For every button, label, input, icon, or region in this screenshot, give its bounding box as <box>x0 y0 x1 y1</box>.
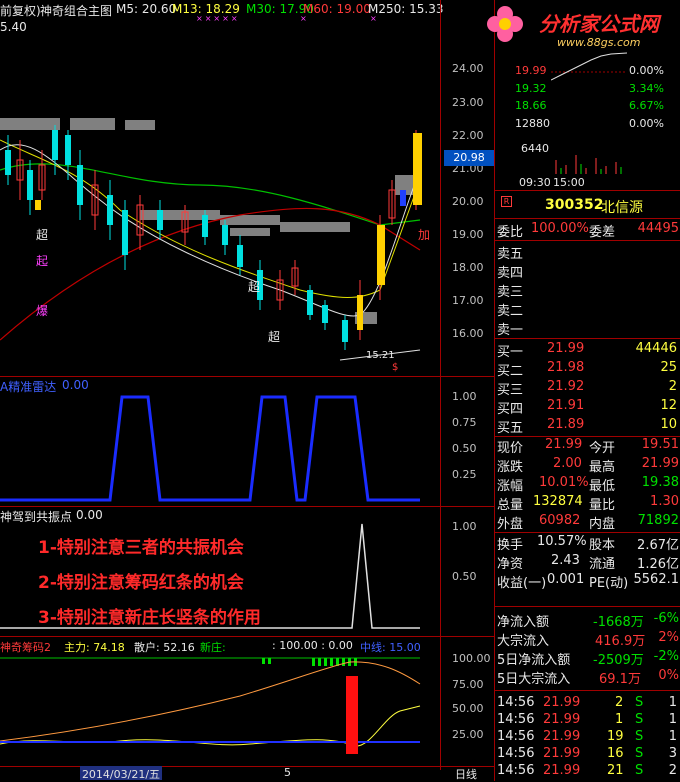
stock-tag-icon: R <box>501 196 512 207</box>
logo-url: www.88gs.com <box>557 36 641 49</box>
mini-time-start: 09:30 <box>519 176 551 189</box>
mini-time-end: 15:00 <box>553 176 585 189</box>
quote-panel: 分析家公式网 www.88gs.com 19.99 19.32 18.66 12… <box>487 0 680 781</box>
chart-area[interactable]: 前复权) 神奇组合主图 M5: 20.60 M13: 18.29 M30: 17… <box>0 0 494 781</box>
tick-row: 14:56 21.99 19 S 1 <box>497 729 677 744</box>
current-price-tag: 20.98 <box>444 150 494 166</box>
panel2-axis-label: 0.25 <box>452 468 477 481</box>
logo-name: 分析家公式网 <box>539 12 659 36</box>
panel4-axis-label: 75.00 <box>452 678 484 691</box>
price-axis-label: 18.00 <box>452 261 484 274</box>
quote-row: 涨跌 2.00 最高 21.99 <box>497 456 679 475</box>
bottom-bar <box>0 766 494 782</box>
mini-pct: 0.00% <box>629 117 664 130</box>
tick-row: 14:56 21.99 21 S 2 <box>497 763 677 778</box>
mini-pct: 6.67% <box>629 99 664 112</box>
quote-row: 总量 132874 量比 1.30 <box>497 494 679 513</box>
buy-row[interactable]: 买三 21.92 2 <box>495 378 680 398</box>
chao-mark: 超 <box>36 228 49 242</box>
sell-row[interactable]: 卖五 <box>495 242 680 262</box>
panel2-axis-label: 0.75 <box>452 416 477 429</box>
quote-row: 涨幅 10.01% 最低 19.38 <box>497 475 679 494</box>
quote-row: 外盘 60982 内盘 71892 <box>497 513 679 532</box>
buy-row[interactable]: 买一 21.99 44446 <box>495 340 680 360</box>
chao-mark: 超 <box>248 280 261 294</box>
sell-row[interactable]: 卖一 <box>495 318 680 338</box>
note-3: 3-特别注意新庄长竖条的作用 <box>38 608 261 628</box>
candles <box>5 125 422 350</box>
axis-divider <box>440 0 441 770</box>
qi-mark: 起 <box>36 254 49 268</box>
panel4-axis-label: 100.00 <box>452 652 491 665</box>
note-1: 1-特别注意三者的共振机会 <box>38 538 244 558</box>
radar-line-chart <box>0 395 420 502</box>
mini-price: 19.32 <box>515 82 547 95</box>
sell-row[interactable]: 卖三 <box>495 280 680 300</box>
stock-name: 北信源 <box>601 200 643 216</box>
date-label: 2014/03/21/五 <box>80 766 162 781</box>
tick-label: 5 <box>284 766 291 779</box>
jia-mark: 加 <box>418 228 431 242</box>
chip-bars <box>0 118 421 324</box>
flow-row: 净流入额 -1668万 -6% <box>497 611 679 630</box>
mini-volume: 12880 <box>515 117 550 130</box>
weibi-row: 委比 100.00% 委差 44495 <box>497 221 679 240</box>
mini-price: 19.99 <box>515 64 547 77</box>
chao-mark: 超 <box>268 330 281 344</box>
fundamental-row: 净资 2.43 流通 1.26亿 <box>497 553 679 572</box>
tick-row: 14:56 21.99 1 S 1 <box>497 712 677 727</box>
mini-volume: 6440 <box>521 142 549 155</box>
panel4-axis-label: 50.00 <box>452 702 484 715</box>
buy-row[interactable]: 买四 21.91 12 <box>495 397 680 417</box>
panel4-axis-label: 25.00 <box>452 728 484 741</box>
flow-row: 大宗流入 416.9万 2% <box>497 630 679 649</box>
price-axis-label: 16.00 <box>452 327 484 340</box>
flow-row: 5日净流入额 -2509万 -2% <box>497 649 679 668</box>
top-x-marks: × <box>370 14 377 23</box>
mini-price: 18.66 <box>515 99 547 112</box>
mini-pct: 0.00% <box>629 64 664 77</box>
panel2-axis-label: 0.50 <box>452 442 477 455</box>
bottom-marker: $ <box>392 362 399 373</box>
candlestick-chart[interactable] <box>0 0 440 375</box>
note-2: 2-特别注意筹码红条的机会 <box>38 573 244 593</box>
quote-row: 现价 21.99 今开 19.51 <box>497 437 679 456</box>
mini-pct: 3.34% <box>629 82 664 95</box>
tick-row: 14:56 21.99 16 S 3 <box>497 746 677 761</box>
price-axis-label: 24.00 <box>452 62 484 75</box>
panel3-axis-label: 1.00 <box>452 520 477 533</box>
low-price-label: 15.21 <box>366 350 395 361</box>
panel2-axis-label: 1.00 <box>452 390 477 403</box>
buy-row[interactable]: 买二 21.98 25 <box>495 359 680 379</box>
sell-row[interactable]: 卖二 <box>495 299 680 319</box>
price-axis-label: 20.00 <box>452 195 484 208</box>
buy-row[interactable]: 买五 21.89 10 <box>495 416 680 436</box>
fundamental-row: 收益(一) 0.001 PE(动) 5562.1 <box>497 572 679 591</box>
chip-chart <box>0 657 421 754</box>
stock-code: 300352 <box>545 197 604 213</box>
panel3-axis-label: 0.50 <box>452 570 477 583</box>
tick-row: 14:56 21.99 2 S 1 <box>497 695 677 710</box>
fundamental-row: 换手 10.57% 股本 2.67亿 <box>497 534 679 553</box>
sell-row[interactable]: 卖四 <box>495 261 680 281</box>
price-axis-label: 17.00 <box>452 294 484 307</box>
price-axis-label: 23.00 <box>452 96 484 109</box>
price-axis-label: 19.00 <box>452 228 484 241</box>
bao-mark: 爆 <box>36 304 49 318</box>
period-label[interactable]: 日线 <box>455 766 477 782</box>
top-x-marks: ××××× <box>196 14 240 23</box>
price-axis-label: 22.00 <box>452 129 484 142</box>
intraday-mini-chart[interactable] <box>551 50 627 174</box>
top-x-marks: × <box>300 14 307 23</box>
logo-flower-icon <box>485 4 525 44</box>
flow-row: 5日大宗流入 69.1万 0% <box>497 668 679 687</box>
